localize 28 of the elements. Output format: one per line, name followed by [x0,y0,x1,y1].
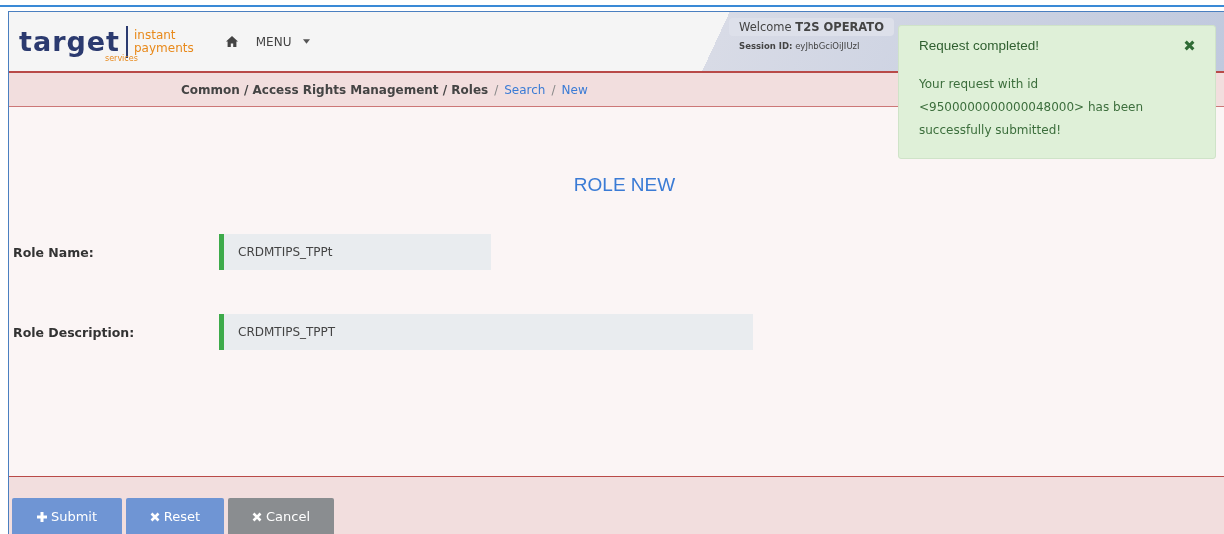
breadcrumb-link[interactable]: New [561,82,588,97]
menu-button[interactable]: MENU [255,34,311,49]
cancel-button[interactable]: Cancel [228,498,334,534]
toast-message: Your request with id <9500000000000048000> has been successfully submitted! [919,76,1144,139]
logo-product-text: payments [134,41,194,55]
welcome-text: Welcome [739,20,792,34]
field-label: Role Description: [12,324,136,340]
text-input[interactable]: CRDMTIPS_TPPt [219,234,491,270]
submit-button[interactable]: Submit [12,498,122,534]
caret-icon [303,39,311,44]
close-icon[interactable] [1184,40,1195,51]
user-name: T2S OPERATO [795,20,884,34]
page-title: ROLE NEW [572,174,677,196]
session-id: eyJhbGciOiJIUzI [795,41,860,51]
home-icon[interactable] [225,36,238,47]
breadcrumb-path: Common / Access Rights Management / Roles [181,82,489,97]
logo-product-text: instant [134,28,177,42]
breadcrumb-separator: / [551,82,556,97]
session-label: Session ID: [739,41,793,51]
reset-button[interactable]: Reset [126,498,224,534]
breadcrumb-separator: / [494,82,499,97]
close-icon [251,511,262,522]
plus-icon [36,511,47,522]
text-input[interactable]: CRDMTIPS_TPPT [219,314,753,350]
breadcrumb-link[interactable]: Search [504,82,546,97]
toast-title: Request completed! [919,38,1040,53]
close-icon [149,511,160,522]
field-label: Role Name: [12,244,95,260]
